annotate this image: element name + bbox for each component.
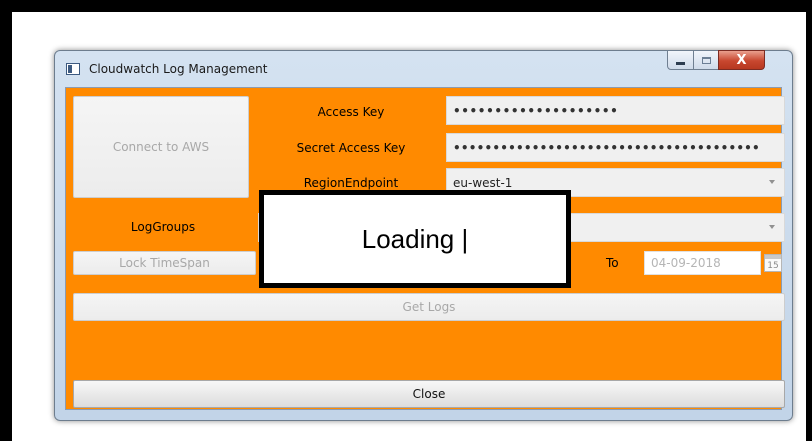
app-icon	[66, 63, 80, 75]
loading-overlay: Loading |	[259, 190, 571, 288]
minimize-icon	[676, 61, 685, 65]
calendar-day: 15	[767, 261, 779, 271]
maximize-icon	[701, 56, 711, 64]
lock-timespan-button[interactable]: Lock TimeSpan	[73, 251, 256, 275]
minimize-button[interactable]	[667, 50, 694, 70]
to-label: To	[606, 256, 619, 270]
get-logs-button[interactable]: Get Logs	[73, 293, 785, 321]
secret-key-input[interactable]: •••••••••••••••••••••••••••••••••••••••	[446, 133, 785, 162]
chevron-down-icon	[769, 225, 775, 229]
close-window-button[interactable]: X	[718, 50, 765, 70]
region-endpoint-label: RegionEndpoint	[303, 176, 399, 190]
chevron-down-icon	[769, 180, 775, 184]
title-bar[interactable]: Cloudwatch Log Management X	[55, 50, 792, 87]
access-key-label: Access Key	[317, 105, 385, 119]
maximize-button[interactable]	[693, 50, 719, 70]
calendar-icon[interactable]: 15	[764, 254, 782, 272]
window-title: Cloudwatch Log Management	[89, 62, 268, 76]
close-button[interactable]: Close	[73, 380, 785, 408]
loading-text: Loading |	[361, 223, 469, 254]
secret-key-label: Secret Access Key	[296, 141, 406, 155]
to-date-picker[interactable]: 04-09-2018	[644, 251, 761, 275]
loggroups-label: LogGroups	[130, 220, 196, 234]
access-key-input[interactable]: ••••••••••••••••••••	[446, 96, 785, 125]
region-endpoint-value: eu-west-1	[453, 175, 513, 190]
close-icon: X	[736, 52, 747, 68]
connect-aws-button[interactable]: Connect to AWS	[73, 96, 249, 198]
